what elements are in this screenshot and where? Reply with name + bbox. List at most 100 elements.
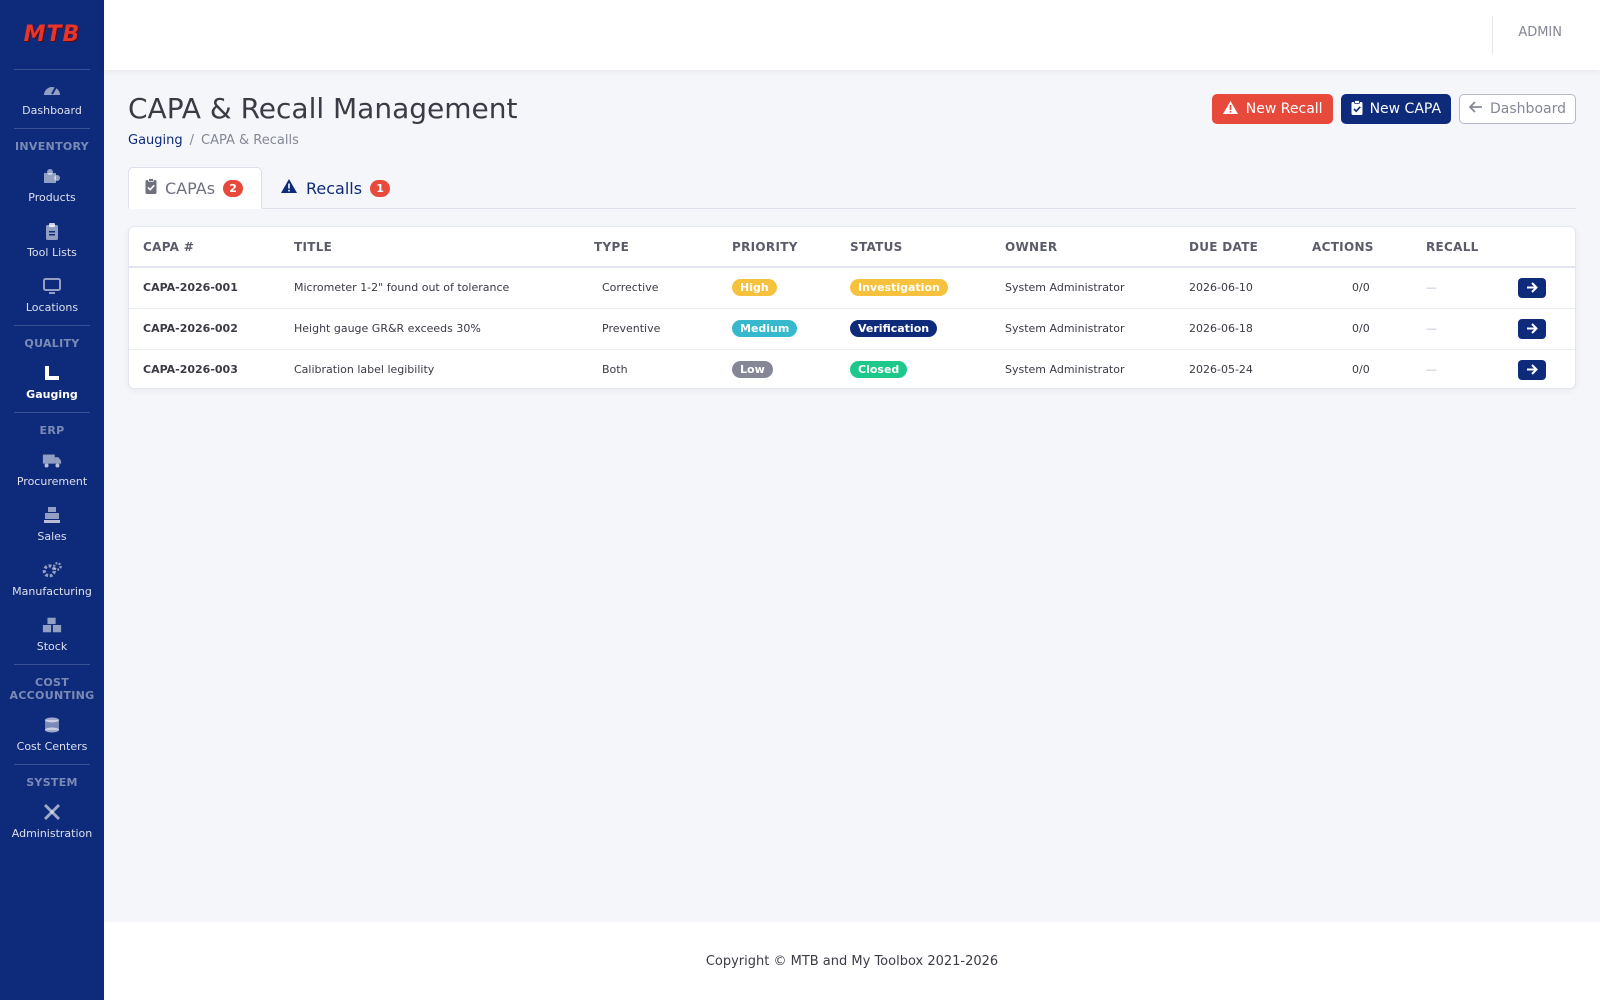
warning-icon: [280, 178, 298, 198]
tab-bar: CAPAs 2 Recalls 1: [128, 167, 1576, 209]
capa-owner: System Administrator: [1005, 322, 1125, 335]
status-badge: Investigation: [850, 279, 948, 297]
capa-actions-count: 0/0: [1352, 363, 1370, 377]
gauge-icon: [42, 79, 62, 99]
clipboard-check-icon: [145, 178, 157, 198]
sidebar-item-label: Cost Centers: [16, 739, 88, 753]
arrow-right-icon: [1527, 364, 1538, 375]
truck-icon: [42, 450, 62, 470]
column-header[interactable]: RECALL: [1426, 227, 1518, 268]
arrow-left-icon: [1468, 101, 1483, 117]
capa-actions-count: 0/0: [1352, 322, 1370, 335]
sidebar-item-label: Administration: [11, 826, 93, 840]
count-badge: 1: [370, 179, 391, 197]
breadcrumb-separator: /: [189, 133, 195, 148]
sidebar-section-cost-accounting: COST ACCOUNTING: [9, 676, 95, 702]
column-header[interactable]: ACTIONS: [1312, 227, 1426, 268]
sidebar-item-cost-centers[interactable]: Cost Centers: [0, 706, 104, 761]
new-capa-label: New CAPA: [1369, 101, 1442, 117]
open-capa-button[interactable]: [1518, 359, 1546, 380]
new-recall-label: New Recall: [1245, 101, 1323, 117]
capa-owner: System Administrator: [1005, 363, 1125, 377]
breadcrumb-link-gauging[interactable]: Gauging: [128, 133, 183, 148]
capa-due-date: 2026-06-18: [1189, 322, 1253, 335]
table-header-row: CAPA # TITLE TYPE PRIORITY STATUS OWNER …: [129, 227, 1575, 268]
column-header[interactable]: STATUS: [850, 227, 1005, 268]
priority-cell: Low: [732, 349, 850, 388]
priority-cell: Medium: [732, 308, 850, 349]
brand-logo[interactable]: MTB: [11, 0, 92, 70]
new-recall-button[interactable]: New Recall: [1211, 94, 1333, 124]
capa-title: Calibration label legibility: [294, 363, 435, 377]
arrow-right-icon: [1527, 282, 1538, 293]
sidebar-section-quality: QUALITY: [24, 337, 80, 350]
capa-number: CAPA-2026-003: [143, 363, 238, 377]
sidebar-item-stock[interactable]: Stock: [0, 606, 104, 661]
sidebar-item-tool-lists[interactable]: Tool Lists: [0, 212, 104, 267]
logo-text: MTB: [11, 22, 92, 47]
column-header[interactable]: CAPA #: [129, 227, 294, 268]
coins-icon: [42, 715, 62, 735]
priority-badge: Low: [732, 361, 773, 379]
capa-recall: —: [1426, 363, 1437, 377]
cogs-icon: [42, 560, 62, 580]
page-actions: New Recall New CAPA Dashboard: [1211, 94, 1576, 124]
status-cell: Closed: [850, 349, 1005, 388]
open-cell: [1518, 349, 1575, 388]
column-header[interactable]: OWNER: [1005, 227, 1189, 268]
sidebar-section-system: SYSTEM: [26, 776, 78, 789]
ruler-icon: [42, 363, 62, 383]
capa-recall: —: [1426, 281, 1437, 295]
status-cell: Verification: [850, 308, 1005, 349]
dashboard-button[interactable]: Dashboard: [1459, 94, 1576, 124]
tab-capas[interactable]: CAPAs 2: [128, 167, 262, 209]
column-header[interactable]: TITLE: [294, 227, 594, 268]
sidebar-item-manufacturing[interactable]: Manufacturing: [0, 551, 104, 606]
capa-title: Micrometer 1-2" found out of tolerance: [294, 281, 510, 295]
sidebar-item-label: Locations: [25, 300, 79, 314]
copyright-text: Copyright © MTB and My Toolbox 2021-2026: [705, 953, 999, 969]
sidebar-item-label: Tool Lists: [27, 245, 77, 259]
sidebar: MTB Dashboard INVENTORY Products Tool Li…: [0, 0, 104, 1000]
cash-register-icon: [42, 505, 62, 525]
breadcrumb: Gauging / CAPA & Recalls: [128, 133, 299, 148]
table-row[interactable]: CAPA-2026-003 Calibration label legibili…: [129, 349, 1575, 388]
capa-number: CAPA-2026-001: [143, 281, 238, 295]
dashboard-label: Dashboard: [1490, 101, 1566, 117]
sidebar-item-label: Dashboard: [22, 103, 82, 117]
user-menu[interactable]: ADMIN: [1518, 25, 1562, 40]
capa-number: CAPA-2026-002: [143, 322, 238, 335]
monitor-icon: [42, 276, 62, 296]
sidebar-item-sales[interactable]: Sales: [0, 496, 104, 551]
column-header[interactable]: PRIORITY: [732, 227, 850, 268]
sidebar-item-label: Sales: [37, 529, 67, 543]
sidebar-item-label: Manufacturing: [12, 584, 92, 598]
sidebar-item-label: Products: [28, 190, 76, 204]
breadcrumb-current: CAPA & Recalls: [201, 133, 299, 148]
footer: Copyright © MTB and My Toolbox 2021-2026: [104, 922, 1600, 1000]
status-badge: Closed: [850, 361, 908, 379]
open-capa-button[interactable]: [1518, 318, 1546, 339]
sidebar-item-administration[interactable]: Administration: [0, 793, 104, 848]
tools-icon: [42, 802, 62, 822]
capa-due-date: 2026-05-24: [1189, 363, 1253, 377]
table-row[interactable]: CAPA-2026-002 Height gauge GR&R exceeds …: [129, 308, 1575, 349]
open-capa-button[interactable]: [1518, 277, 1546, 298]
sidebar-item-procurement[interactable]: Procurement: [0, 441, 104, 496]
capa-type: Corrective: [602, 281, 659, 295]
status-badge: Verification: [850, 320, 938, 337]
sidebar-item-dashboard[interactable]: Dashboard: [0, 70, 104, 125]
capa-type: Preventive: [602, 322, 661, 335]
new-capa-button[interactable]: New CAPA: [1340, 94, 1452, 124]
table-row[interactable]: CAPA-2026-001 Micrometer 1-2" found out …: [129, 267, 1575, 308]
column-header[interactable]: TYPE: [594, 227, 732, 268]
sidebar-item-gauging[interactable]: Gauging: [0, 354, 104, 409]
warning-icon: [1222, 100, 1239, 119]
column-header[interactable]: DUE DATE: [1189, 227, 1312, 268]
tab-recalls[interactable]: Recalls 1: [264, 167, 406, 209]
sidebar-item-locations[interactable]: Locations: [0, 267, 104, 322]
sidebar-item-products[interactable]: Products: [0, 157, 104, 212]
tab-label: Recalls: [306, 178, 363, 198]
count-badge: 2: [223, 179, 244, 197]
priority-badge: Medium: [732, 320, 798, 337]
